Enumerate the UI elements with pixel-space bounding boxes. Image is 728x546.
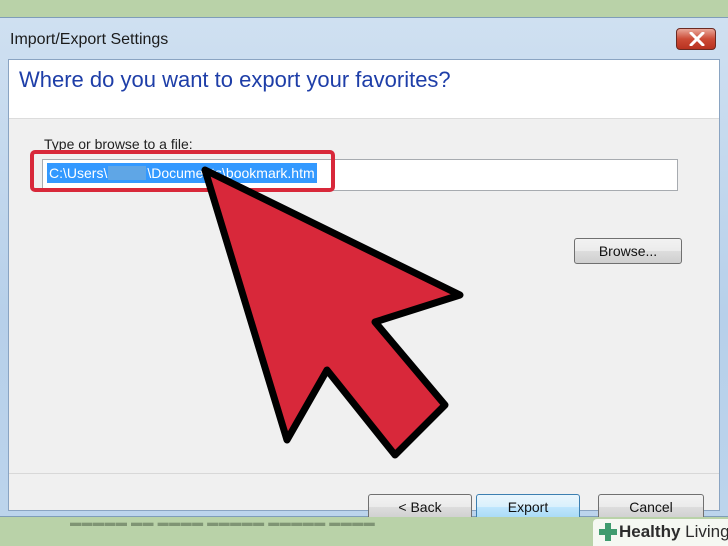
logo-text: Healthy Living <box>619 522 728 542</box>
title-bar: Import/Export Settings <box>0 18 728 60</box>
medical-cross-icon <box>599 523 617 541</box>
close-button[interactable] <box>676 28 716 50</box>
page-title: Where do you want to export your favorit… <box>19 67 451 92</box>
header-panel: Where do you want to export your favorit… <box>9 60 719 119</box>
window-title: Import/Export Settings <box>10 31 169 48</box>
logo-text-light: Living <box>685 522 728 541</box>
footer-divider <box>9 473 719 474</box>
background-blur-text: ▬▬▬▬▬ ▬▬ ▬▬▬▬ ▬▬▬▬▬ ▬▬▬▬▬ ▬▬▬▬ <box>70 517 376 529</box>
highlight-box <box>30 150 335 192</box>
browse-button[interactable]: Browse... <box>574 238 682 264</box>
dialog-content: Where do you want to export your favorit… <box>8 59 720 520</box>
logo-text-bold: Healthy <box>619 522 681 541</box>
import-export-dialog: Import/Export Settings Where do you want… <box>0 17 728 520</box>
close-icon <box>689 32 705 46</box>
healthy-living-logo: Healthy Living <box>593 519 728 546</box>
